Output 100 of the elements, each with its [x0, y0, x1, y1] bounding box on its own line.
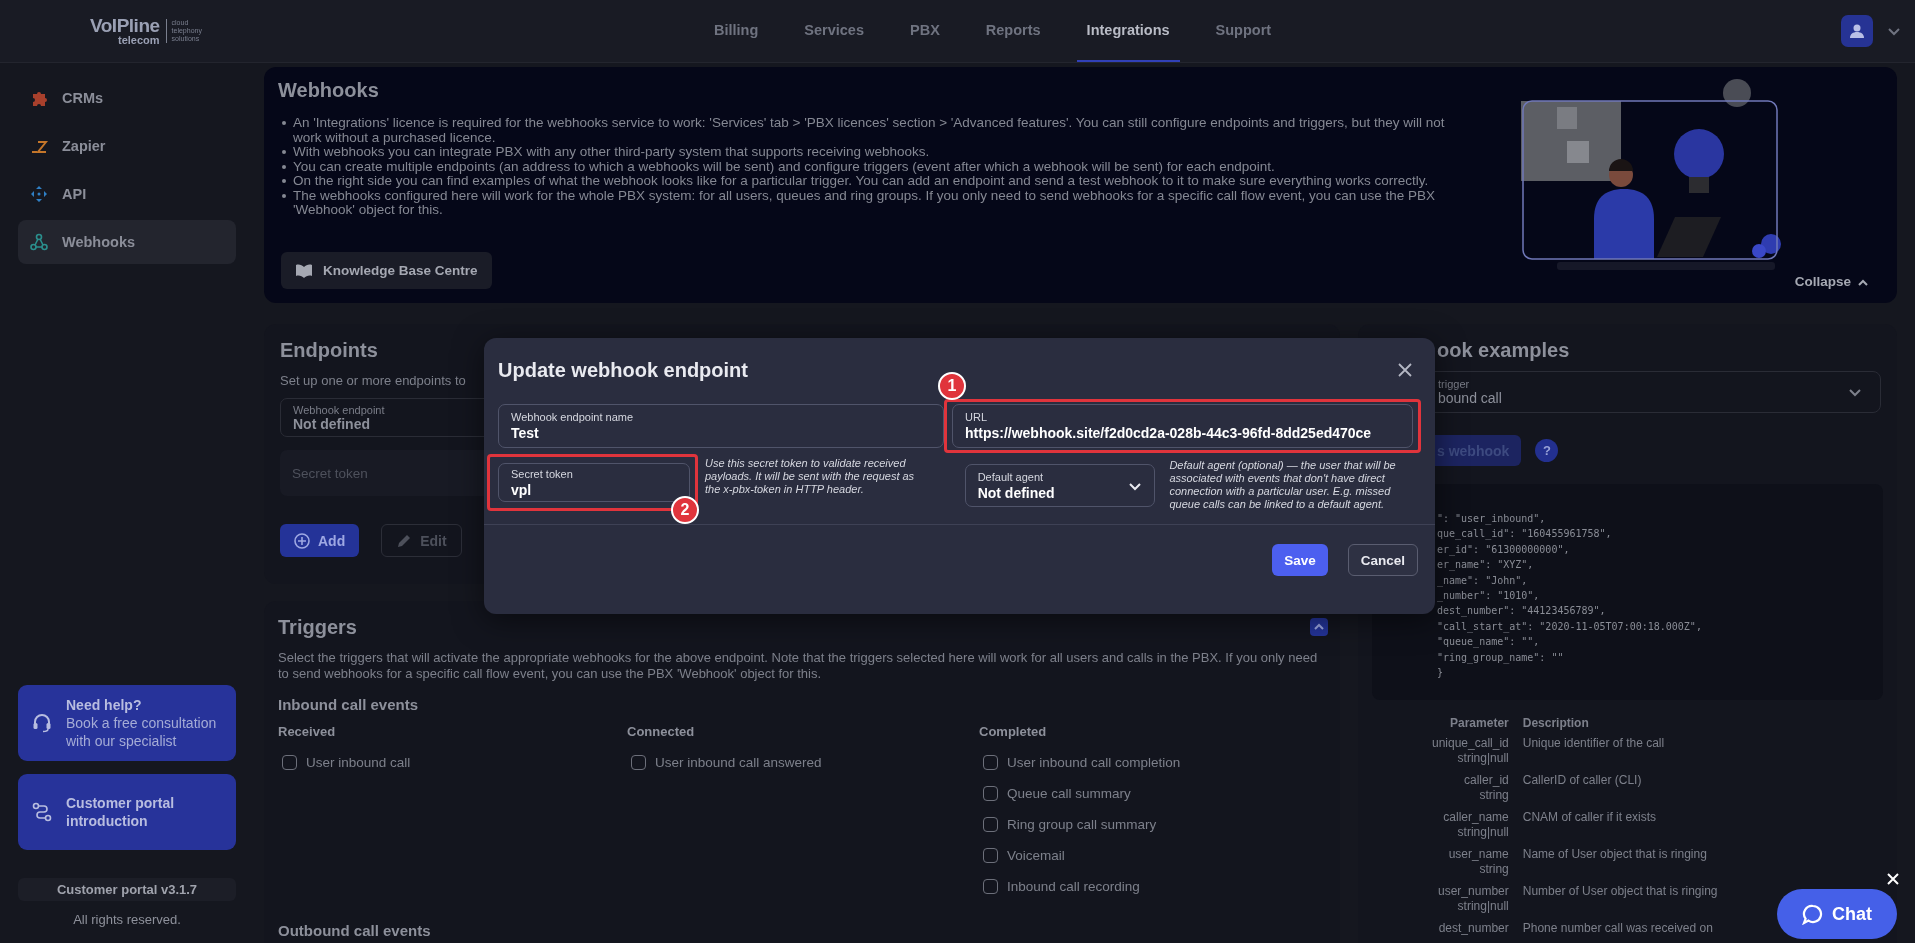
nodes-icon [30, 233, 48, 251]
code-line: ": "user_inbound", [1437, 512, 1546, 527]
save-button[interactable]: Save [1272, 544, 1328, 576]
code-line: er_name": "XYZ", [1437, 558, 1534, 573]
speech-bubble-icon [1802, 903, 1823, 925]
bullet-icon [282, 179, 286, 183]
nav-tab[interactable]: Services [794, 0, 874, 62]
field-hint: Use this secret token to validate received payloads. It will be sent with the request as the x-pbx-token in HTTP header. [705, 457, 916, 496]
code-line: que_call_id": "160455961758", [1437, 527, 1612, 542]
parameter-description: CNAM of caller if it exists [1522, 810, 1657, 824]
code-line: "queue_name": "", [1437, 635, 1540, 650]
headset-icon [32, 713, 52, 733]
bullet-text: The webhooks configured here will work for the whole PBX system: for all users, queues and ring groups. If you only need to send webhooks for a specific call flow event, you can use the PBX 'Webhook' object for this. [293, 188, 1437, 218]
checkbox-label: User inbound call [306, 755, 411, 770]
add-button[interactable]: Add [280, 524, 360, 557]
parameter-description: Number of User object that is ringing [1522, 884, 1718, 898]
parameter-type: string|null [1456, 899, 1509, 914]
checkbox-label: Ring group call summary [1007, 817, 1157, 832]
section-title: Triggers [278, 615, 357, 640]
parameter-description: Phone number call was received on [1522, 921, 1713, 935]
parameter-name: caller_id [1463, 773, 1509, 788]
parameter-type: string [1478, 788, 1509, 803]
group-title: Inbound call events [278, 696, 420, 714]
agent-select[interactable]: Default agent Not defined [964, 464, 1156, 507]
column-title: Completed [979, 724, 1047, 739]
parameter-name: dest_number [1437, 921, 1509, 936]
sidebar-item[interactable]: Webhooks [18, 220, 236, 264]
collapse-button[interactable] [1310, 618, 1328, 636]
group-title: Outbound call events [278, 922, 432, 940]
bullet-text: You can create multiple endpoints (an address to which a webhooks will be sent) and configure triggers (event after which a webhook will be sent) for each endpoint. [293, 159, 1275, 174]
parameter-description: CallerID of caller (CLI) [1522, 773, 1642, 787]
input-field[interactable]: Webhook endpoint name Test [498, 404, 944, 448]
checkbox[interactable] [983, 879, 998, 894]
close-button[interactable] [1397, 362, 1413, 378]
dialog-title: Update webhook endpoint [498, 358, 748, 383]
chevron-up-icon [1313, 622, 1325, 632]
bullet-icon [282, 121, 286, 125]
help-card[interactable]: Need help? Book a free consultation with our specialist [18, 685, 236, 761]
code-line: _number": "1010", [1437, 589, 1540, 604]
pencil-icon [396, 532, 413, 549]
nav-tab[interactable]: Billing [704, 0, 769, 62]
chevron-down-icon [1848, 386, 1862, 398]
section-title: Webhooks [278, 78, 380, 103]
bullet-icon [282, 150, 286, 154]
checkbox-label: User inbound call answered [655, 755, 822, 770]
input-field[interactable]: Secret token vpl [498, 463, 690, 502]
chevron-down-icon[interactable] [1887, 25, 1901, 37]
chat-button[interactable]: Chat [1777, 889, 1897, 939]
bullet-icon [282, 193, 286, 198]
sidebar-item[interactable]: Zapier [18, 124, 236, 168]
column-header: Description [1522, 716, 1589, 730]
cancel-button[interactable]: Cancel [1347, 544, 1418, 576]
logo-subtitle: telecom [118, 35, 160, 46]
column-title: Connected [627, 724, 695, 739]
nav-tab[interactable]: Reports [975, 0, 1051, 62]
checkbox[interactable] [983, 786, 998, 801]
parameter-description: Unique identifier of the call [1522, 736, 1665, 750]
parameter-name: unique_call_id [1432, 736, 1509, 751]
sidebar-item[interactable]: CRMs [18, 76, 236, 120]
checkbox-label: Voicemail [1007, 848, 1065, 863]
knowledge-base-button[interactable]: Knowledge Base Centre [281, 252, 492, 289]
checkbox[interactable] [631, 755, 646, 770]
parameter-type: string [1478, 862, 1509, 877]
code-line: "call_start_at": "2020-11-05T07:00:18.000Z", [1437, 619, 1702, 635]
section-title: Endpoints [280, 338, 379, 363]
avatar-button[interactable] [1841, 15, 1873, 47]
code-line: "ring_group_name": "" [1437, 650, 1564, 666]
bullet-icon [282, 164, 286, 169]
code-line: _name": "John", [1437, 573, 1528, 589]
close-icon [1887, 873, 1899, 885]
plus-icon [294, 532, 310, 549]
bullet-text: With webhooks you can integrate PBX with any other third-party system that supports receiving webhooks. [293, 145, 930, 160]
close-icon [1397, 362, 1413, 378]
diamond-arrows-icon [30, 185, 48, 203]
input-field[interactable]: URL https://webhook.site/f2d0cd2a-028b-44c3-96fd-8dd25ed470ce [952, 404, 1413, 448]
bullet-text: On the right side you can find examples of what the webhook looks like for a particular trigger. You can add an endpoint and send a test webhook to it to make sure everything works correctly. [293, 174, 1429, 189]
nav-tab[interactable]: Integrations [1076, 0, 1180, 62]
parameter-description: Name of User object that is ringing [1522, 847, 1707, 861]
nav-tab[interactable]: Support [1205, 0, 1282, 62]
checkbox[interactable] [983, 848, 998, 863]
collapse-button[interactable]: Collapse [1794, 274, 1869, 289]
code-line: dest_number": "44123456789", [1437, 604, 1606, 619]
help-button[interactable]: ? [1535, 439, 1559, 462]
logo-name: VoIPline [90, 16, 160, 35]
nav-tab[interactable]: PBX [900, 0, 950, 62]
checkbox[interactable] [282, 755, 297, 770]
sidebar-item[interactable]: API [18, 172, 236, 216]
section-title: ook examples [1437, 338, 1570, 363]
bullet-text: An 'Integrations' licence is required for the webhooks service to work: 'Services' tab > 'PBX licences' section > 'Advanced features'. You can still configure endpoints and triggers, but they will not work without a purchased licence. [293, 116, 1446, 145]
checkbox[interactable] [983, 755, 998, 770]
intro-card[interactable]: Customer portal introduction [18, 774, 236, 850]
code-line: } [1437, 666, 1444, 681]
version-label: Customer portal v3.1.7 [18, 878, 236, 901]
checkbox-label: User inbound call completion [1007, 755, 1181, 770]
step-badge: 1 [938, 372, 966, 400]
parameter-name: user_number [1437, 884, 1509, 899]
parameter-name: user_name [1447, 847, 1509, 862]
section-description: Select the triggers that will activate the appropriate webhooks for the above endpoint. Note that the triggers selected here will work for all users and calls in the PBX. If you only need to send webhooks for a specific call flow event, you can use the PBX 'Webhook' object for this. [278, 650, 1319, 682]
copyright-text: All rights reserved. [72, 912, 182, 927]
checkbox[interactable] [983, 817, 998, 832]
